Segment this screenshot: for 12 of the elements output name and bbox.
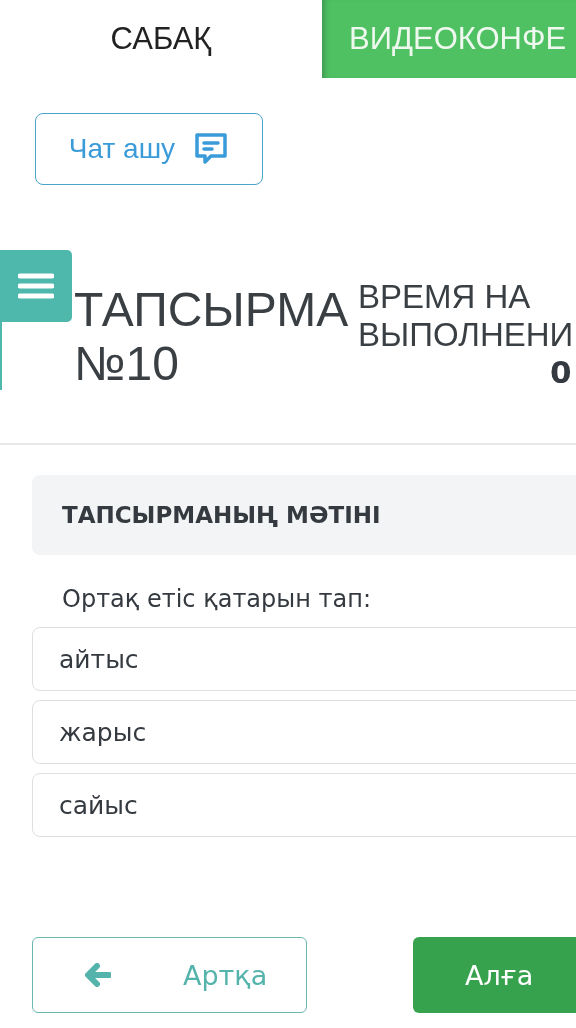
answer-option[interactable]: жарыс — [32, 700, 576, 764]
arrow-left-icon — [83, 963, 111, 987]
timer-value: 0 — [549, 354, 573, 390]
chat-icon — [193, 131, 230, 167]
menu-icon — [18, 273, 54, 299]
answer-option[interactable]: сайыс — [32, 773, 576, 837]
menu-button[interactable] — [0, 250, 72, 322]
section-heading: ТАПСЫРМАНЫҢ МӘТІНІ — [62, 502, 381, 528]
answer-option[interactable]: айтыс — [32, 627, 576, 691]
timer-label: ВРЕМЯ НА ВЫПОЛНЕНИ — [358, 278, 575, 354]
task-title: ТАПСЫРМА №10 — [74, 283, 350, 385]
question-text: Ортақ етіс қатарын тап: — [62, 585, 373, 615]
